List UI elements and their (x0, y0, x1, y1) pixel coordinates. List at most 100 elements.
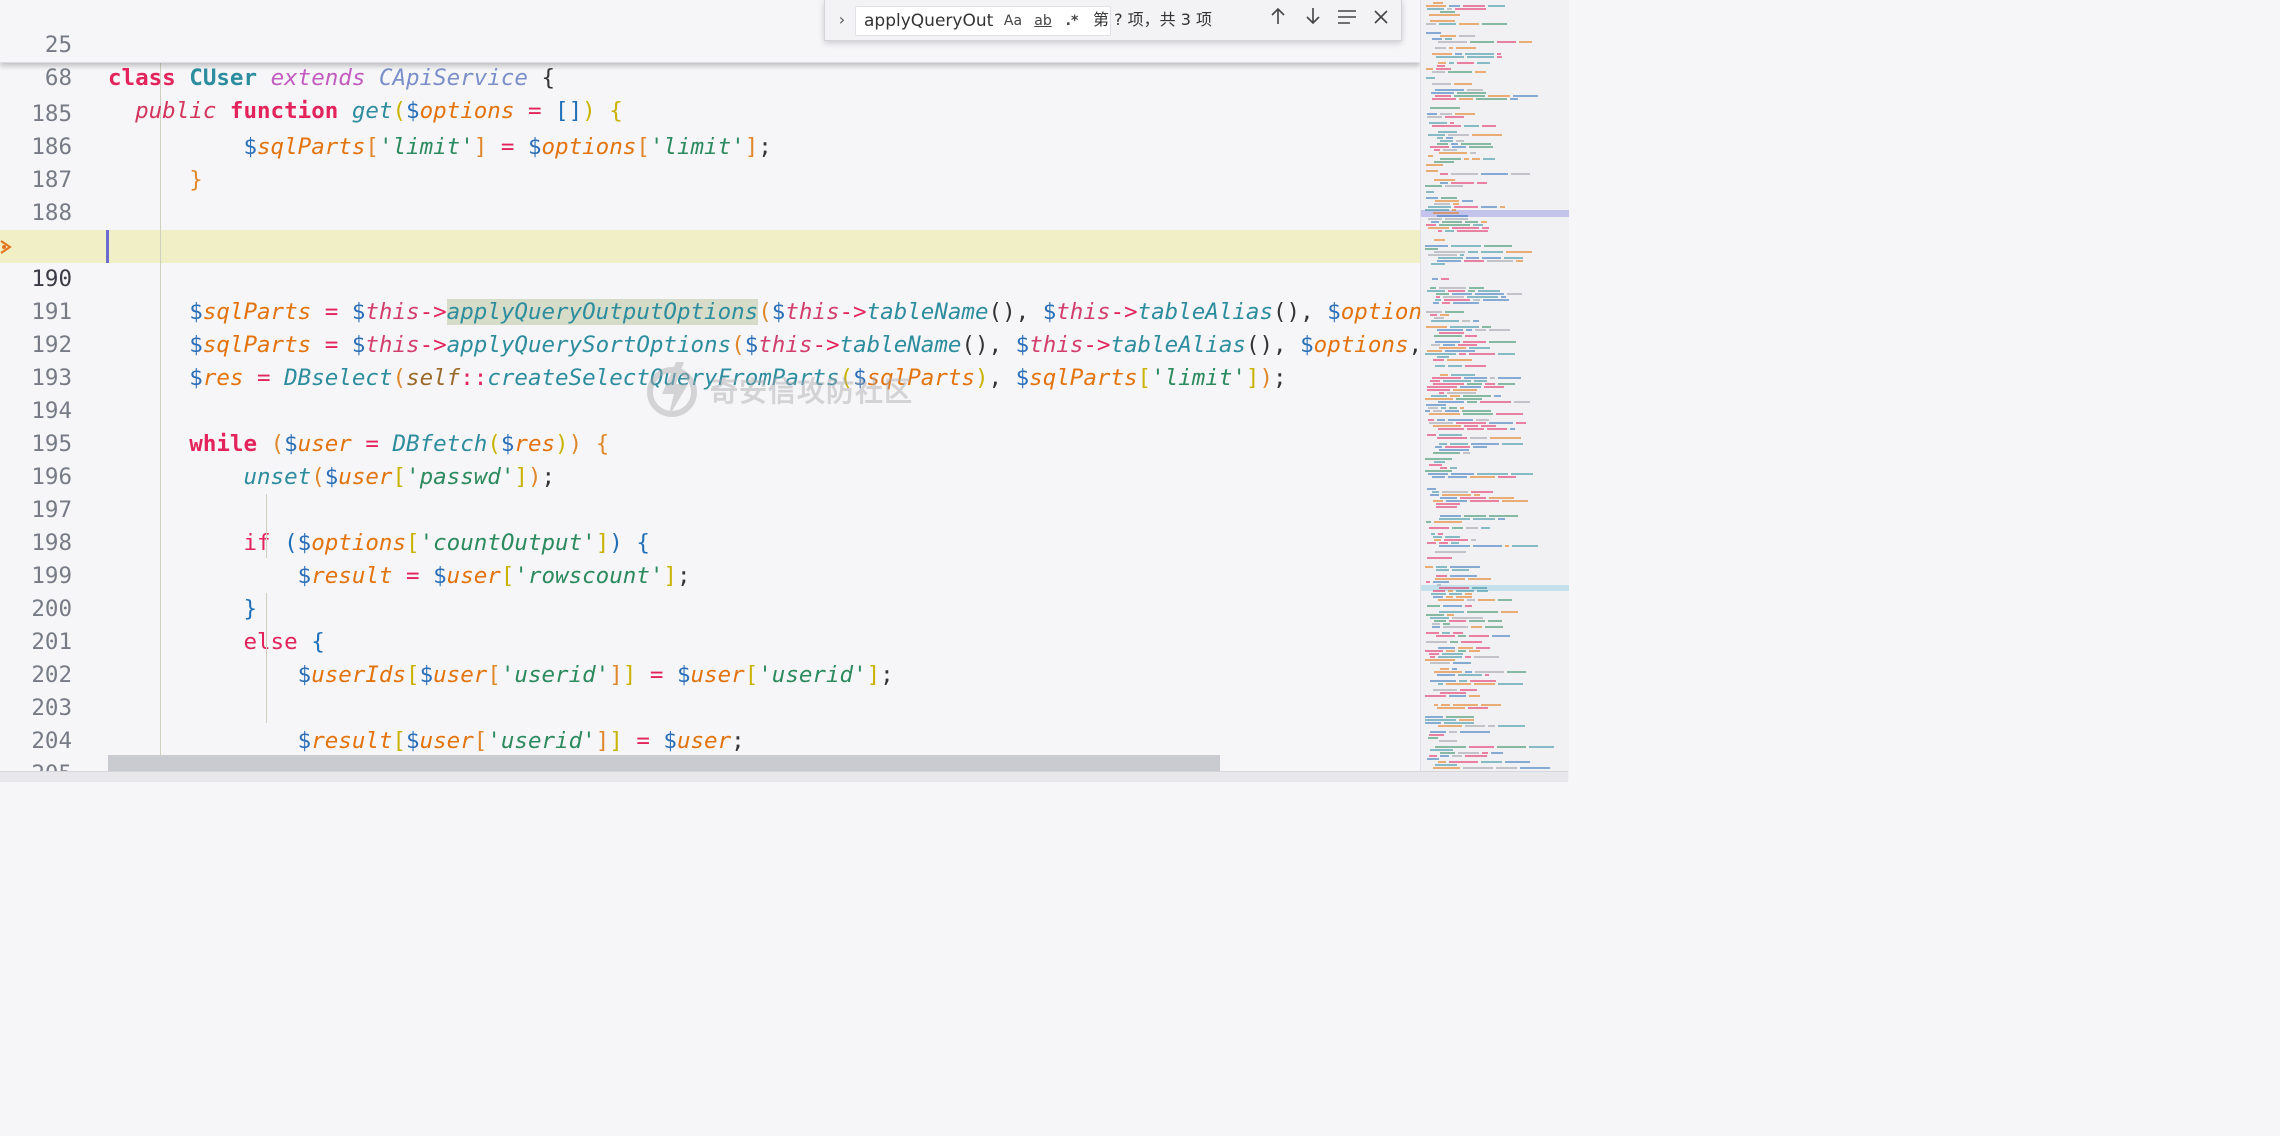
minimap-line (1463, 452, 1470, 454)
minimap-line (1426, 404, 1446, 406)
minimap-line (1487, 428, 1507, 430)
minimap-line (1467, 611, 1498, 613)
minimap-line (1496, 413, 1523, 415)
minimap-line (1452, 668, 1457, 670)
code-line[interactable]: 200 else { (0, 560, 1420, 655)
find-input[interactable] (864, 10, 994, 32)
minimap-line (1451, 245, 1481, 247)
minimap-line (1439, 434, 1462, 436)
minimap-line (1440, 314, 1449, 316)
minimap-line (1428, 134, 1445, 136)
minimap-line (1469, 635, 1489, 637)
minimap-line (1439, 152, 1467, 154)
code-line[interactable]: 199 } (0, 527, 1420, 622)
minimap-line (1470, 437, 1487, 439)
minimap-line (1466, 527, 1478, 529)
minimap-line (1432, 491, 1439, 493)
minimap-line (1458, 674, 1482, 676)
find-input-box[interactable]: Aa ab .* (855, 6, 1111, 36)
match-case-button[interactable]: Aa (1002, 11, 1024, 31)
minimap-line (1461, 143, 1491, 145)
minimap-line (1498, 476, 1516, 478)
minimap-line (1442, 632, 1450, 634)
minimap-line (1497, 53, 1501, 55)
minimap-line (1450, 566, 1480, 568)
code-line[interactable]: 201 $userIds[$user['userid']] = $user['u… (0, 593, 1420, 688)
minimap-line (1460, 386, 1481, 388)
code-line[interactable]: 189 (0, 197, 1420, 259)
minimap-line (1489, 497, 1514, 499)
minimap-line (1435, 200, 1459, 202)
match-whole-word-button[interactable]: ab (1031, 11, 1055, 31)
minimap-line (1434, 149, 1440, 151)
minimap-line (1506, 251, 1532, 253)
code-line[interactable]: 193 (0, 329, 1420, 391)
minimap-line (1507, 671, 1526, 673)
code-line[interactable]: 203 $result[$user['userid']] = $user; (0, 659, 1420, 754)
minimap-line (1440, 11, 1455, 13)
minimap-line (1436, 635, 1455, 637)
minimap-line (1442, 491, 1468, 493)
code-line[interactable]: 188 $userIds = []; (0, 164, 1420, 259)
minimap-line (1446, 137, 1453, 139)
minimap-line (1426, 326, 1447, 328)
minimap-line (1435, 365, 1445, 367)
code-line[interactable]: 198 $result = $user['rowscount']; (0, 494, 1420, 589)
minimap-line (1425, 458, 1452, 460)
minimap-line (1438, 683, 1443, 685)
minimap[interactable] (1420, 0, 1569, 781)
minimap-line (1458, 752, 1479, 754)
minimap-line (1433, 452, 1460, 454)
horizontal-scrollbar[interactable] (108, 755, 1220, 771)
code-line[interactable]: 202 (0, 626, 1420, 688)
code-line[interactable]: 196 (0, 428, 1420, 490)
use-regex-button[interactable]: .* (1061, 11, 1083, 31)
minimap-line (1448, 365, 1462, 367)
minimap-line (1427, 758, 1439, 760)
minimap-line (1425, 353, 1456, 355)
minimap-line (1430, 680, 1456, 682)
minimap-line (1477, 62, 1490, 64)
minimap-line (1428, 737, 1438, 739)
minimap-line (1426, 77, 1435, 79)
minimap-line (1456, 422, 1486, 424)
minimap-line (1442, 302, 1450, 304)
code-editor[interactable]: 25 class CUser extends CApiService { 68 … (0, 0, 1420, 781)
minimap-line (1435, 47, 1446, 49)
code-line[interactable]: 204 } (0, 692, 1420, 781)
minimap-line (1460, 731, 1490, 733)
minimap-line (1481, 206, 1497, 208)
minimap-line (1443, 344, 1455, 346)
find-in-selection-icon[interactable] (1334, 7, 1360, 33)
brace: { (609, 98, 623, 124)
code-line[interactable]: 197 if ($options['countOutput']) { (0, 461, 1420, 556)
minimap-line (1451, 542, 1459, 544)
minimap-line (1438, 41, 1467, 43)
code-line[interactable]: 191 $sqlParts = $this->applyQuerySortOpt… (0, 263, 1420, 358)
next-match-arrow-down-icon[interactable] (1300, 7, 1326, 33)
minimap-line (1431, 92, 1454, 94)
minimap-line (1446, 650, 1455, 652)
minimap-line (1427, 116, 1442, 118)
minimap-line (1440, 35, 1456, 37)
code-line[interactable]: 205 } (0, 725, 1420, 781)
minimap-line (1438, 656, 1462, 658)
minimap-line (1446, 716, 1474, 718)
toggle-replace-chevron-icon[interactable]: › (831, 9, 853, 31)
minimap-line (1439, 611, 1464, 613)
minimap-line (1443, 623, 1450, 625)
minimap-line (1438, 428, 1464, 430)
close-icon[interactable] (1368, 7, 1394, 33)
code-line[interactable]: 187 (0, 131, 1420, 193)
minimap-line (1457, 92, 1486, 94)
breakpoint-indicator-icon[interactable] (0, 239, 12, 254)
minimap-line (1435, 578, 1465, 580)
minimap-line (1471, 539, 1476, 541)
minimap-line (1469, 347, 1490, 349)
minimap-line (1470, 476, 1495, 478)
code-line-current[interactable]: 190 $sqlParts = $this->applyQueryOutputO… (0, 230, 1420, 325)
minimap-line (1428, 407, 1438, 409)
minimap-line (1439, 449, 1469, 451)
code-line[interactable]: 192 $res = DBselect(self::createSelectQu… (0, 296, 1420, 391)
previous-match-arrow-up-icon[interactable] (1265, 7, 1291, 33)
